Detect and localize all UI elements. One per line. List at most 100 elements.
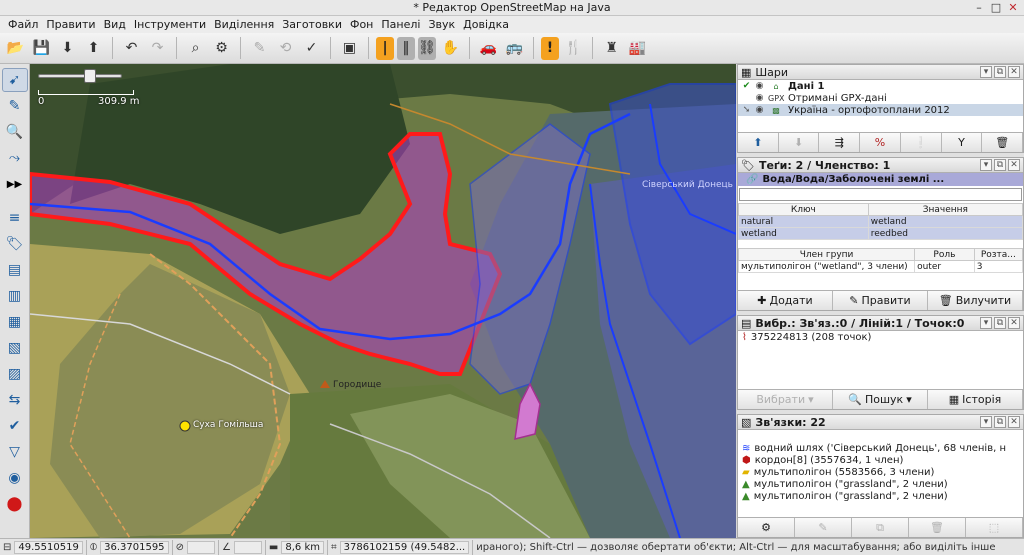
layer-row-gpx[interactable]: ◉ GPX Отримані GPX-дані [738,92,1023,104]
download-icon[interactable]: ⬇ [56,37,79,60]
factory-icon[interactable]: 🏭 [626,37,649,60]
membership-role[interactable]: outer [914,260,975,273]
map-view[interactable]: 0 309.9 m Суха Гомільша Городище Сіверсь… [30,64,736,538]
hand-icon[interactable]: ✋ [439,37,462,60]
list-item[interactable]: ▲ мультиполігон ("grassland", 2 члени) [738,478,1023,490]
panel-minimize-icon[interactable]: ▾ [980,66,992,78]
layer-row-data[interactable]: ✔ ◉ ⌂ Дані 1 [738,80,1023,92]
tag-key[interactable]: natural [738,215,869,228]
table-row[interactable]: wetland reedbed [738,227,1024,240]
membership-relation[interactable]: мультиполігон ("wetland", 3 члени) [737,260,916,273]
zoom-to-selection-icon[interactable]: ⌕ [184,37,207,60]
menu-imagery[interactable]: Фон [346,18,377,31]
menu-file[interactable]: Файл [4,18,42,31]
zoom-slider-track[interactable] [38,74,122,78]
conflict-icon[interactable]: ⇆ [2,388,28,412]
list-item[interactable]: ⌇ 375224813 (208 точок) [738,331,1023,343]
menu-windows[interactable]: Панелі [377,18,424,31]
menu-audio[interactable]: Звук [424,18,459,31]
tag-key[interactable]: wetland [738,227,869,240]
maximize-icon[interactable]: □ [989,1,1003,14]
delete-layer-icon[interactable]: 🗑 [982,133,1024,152]
select-members-icon[interactable]: ⬚ [966,518,1023,537]
add-tag-button[interactable]: ✚ Додати [738,291,833,310]
notes-icon[interactable]: ⬤ [2,492,28,516]
select-mode-icon[interactable]: ➹ [1,68,28,92]
history-button[interactable]: ▦ Історія [928,390,1023,409]
menu-help[interactable]: Довідка [459,18,513,31]
validation-results-icon[interactable]: ✔ [2,414,28,438]
selection-list-icon[interactable]: ▤ [2,258,28,282]
expand-toolbar-icon[interactable]: ▶▶ [2,172,28,196]
rail-preset-icon[interactable]: ⛓ [418,36,436,60]
castle-icon[interactable]: ♜ [600,37,623,60]
panel-detach-icon[interactable]: ⧉ [994,66,1006,78]
road-preset-icon[interactable]: | [376,36,394,60]
panel-detach-icon[interactable]: ⧉ [994,159,1006,171]
minimize-icon[interactable]: – [972,1,986,14]
tag-icon[interactable]: ✎ [248,37,271,60]
list-item[interactable]: ▲ мультиполігон ("grassland", 2 члени) [738,490,1023,502]
panel-detach-icon[interactable]: ⧉ [994,317,1006,329]
menu-presets[interactable]: Заготовки [278,18,346,31]
edit-tag-button[interactable]: ✎ Правити [833,291,928,310]
membership-position[interactable]: 3 [973,260,1024,273]
tags-toggle-icon[interactable]: 🏷 [2,232,28,256]
zoom-mode-icon[interactable]: 🔍 [2,120,28,144]
wireframe-icon[interactable]: ▣ [338,37,361,60]
table-row[interactable]: мультиполігон ("wetland", 3 члени) outer… [737,260,1024,273]
delete-relation-icon[interactable]: 🗑 [909,518,966,537]
menu-tools[interactable]: Інструменти [130,18,210,31]
panel-close-icon[interactable]: ✕ [1008,416,1020,428]
redo-icon[interactable]: ↷ [146,37,169,60]
preferences-icon[interactable]: ⚙ [210,37,233,60]
commands-icon[interactable]: ▨ [2,362,28,386]
list-item[interactable]: ⬢ кордон[8] (3557634, 1 член) [738,454,1023,466]
map-paint-styles-icon[interactable]: ◉ [2,466,28,490]
visibility-icon[interactable]: ◉ [755,105,764,115]
opacity-icon[interactable]: % [860,133,901,152]
car-icon[interactable]: 🚗 [477,37,500,60]
panel-close-icon[interactable]: ✕ [1008,317,1020,329]
filter-icon[interactable]: ▽ [2,440,28,464]
draw-mode-icon[interactable]: ✎ [2,94,28,118]
close-icon[interactable]: ✕ [1006,1,1020,14]
preset-title[interactable]: 🔗 Вода/Вода/Заболочені землі ... [738,173,1023,186]
warning-preset-icon[interactable]: ! [541,36,559,60]
open-file-icon[interactable]: 📂 [4,37,27,60]
move-down-icon[interactable]: ⬇ [778,133,820,152]
layer-row-imagery[interactable]: ➘ ◉ ▩ Україна - ортофотоплани 2012 [738,104,1023,116]
select-button[interactable]: Вибрати ▾ [738,390,833,409]
duplicate-relation-icon[interactable]: ⧉ [852,518,909,537]
layers-toggle-icon[interactable]: ≡ [2,206,28,230]
col-position[interactable]: Розта... [973,248,1024,261]
visibility-icon[interactable]: ◉ [755,81,764,91]
zoom-slider-knob[interactable] [84,69,96,83]
col-key[interactable]: Ключ [738,203,869,216]
upload-icon[interactable]: ⬆ [82,37,105,60]
tag-value[interactable]: wetland [867,215,1024,228]
move-up-icon[interactable]: ⬆ [738,133,779,152]
merge-layer-icon[interactable]: ⇶ [819,133,861,152]
col-member[interactable]: Член групи [737,248,916,261]
relation-list-icon[interactable]: ▧ [2,336,28,360]
save-icon[interactable]: 💾 [30,37,53,60]
tag-search-input[interactable] [739,188,1022,201]
improve-way-icon[interactable]: ⤳ [2,146,28,170]
col-value[interactable]: Значення [867,203,1024,216]
list-item[interactable]: ▰ мультиполігон (5583566, 3 члени) [738,466,1023,478]
user-list-icon[interactable]: ▥ [2,284,28,308]
panel-minimize-icon[interactable]: ▾ [980,159,992,171]
menu-selection[interactable]: Виділення [210,18,278,31]
gamma-icon[interactable]: Y [941,133,983,152]
list-item[interactable]: ≋ водний шлях ('Сіверський Донець', 68 чл… [738,442,1023,454]
edit-relation-icon[interactable]: ✎ [795,518,852,537]
map-canvas[interactable] [30,64,736,538]
zoom-slider[interactable]: 0 309.9 m [36,68,146,108]
highway-preset-icon[interactable]: ‖ [397,36,415,60]
menu-view[interactable]: Вид [100,18,130,31]
table-row[interactable]: natural wetland [738,215,1024,228]
menu-edit[interactable]: Правити [42,18,99,31]
search-button[interactable]: 🔍 Пошук ▾ [833,390,928,409]
col-role[interactable]: Роль [914,248,975,261]
